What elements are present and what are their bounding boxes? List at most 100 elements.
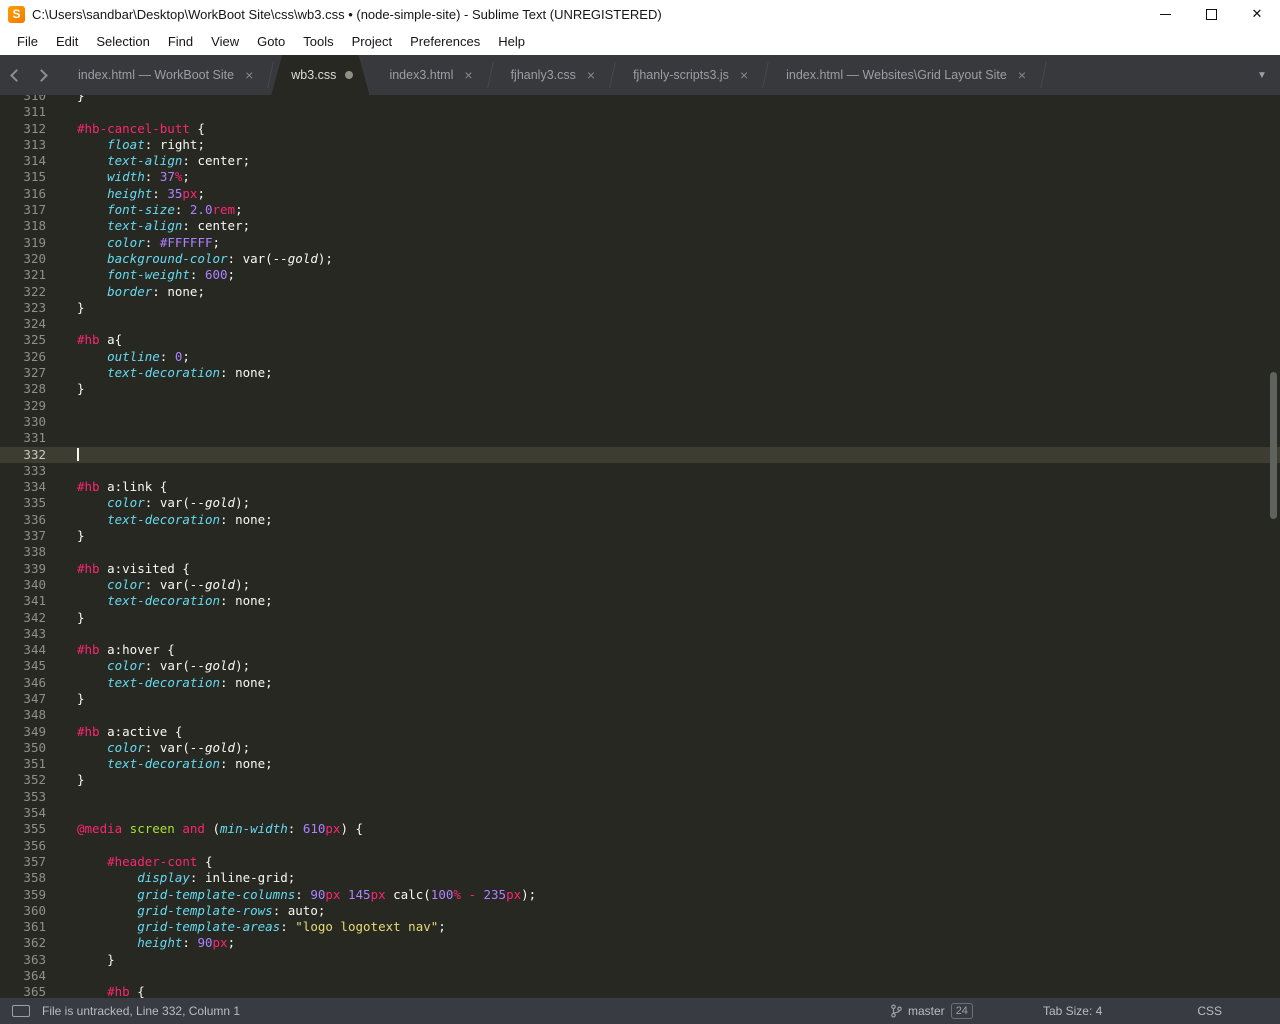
- code-line-343[interactable]: 343: [0, 626, 1280, 642]
- code-text: height: 90px;: [137, 935, 236, 951]
- code-line-361[interactable]: 361 grid-template-areas: "logo logotext …: [0, 919, 1280, 935]
- menu-tools[interactable]: Tools: [294, 30, 342, 53]
- code-line-354[interactable]: 354: [0, 805, 1280, 821]
- code-line-325[interactable]: 325 #hb a{: [0, 332, 1280, 348]
- code-line-324[interactable]: 324: [0, 316, 1280, 332]
- code-line-339[interactable]: 339 #hb a:visited {: [0, 561, 1280, 577]
- cursor-position-status: File is untracked, Line 332, Column 1: [42, 1004, 241, 1018]
- code-line-349[interactable]: 349 #hb a:active {: [0, 724, 1280, 740]
- code-line-360[interactable]: 360 grid-template-rows: auto;: [0, 903, 1280, 919]
- code-line-314[interactable]: 314 text-align: center;: [0, 153, 1280, 169]
- code-line-357[interactable]: 357 #header-cont {: [0, 854, 1280, 870]
- code-line-364[interactable]: 364: [0, 968, 1280, 984]
- code-line-337[interactable]: 337}: [0, 528, 1280, 544]
- menu-help[interactable]: Help: [489, 30, 534, 53]
- tab-close-icon[interactable]: ×: [585, 68, 597, 82]
- tab-size-indicator[interactable]: Tab Size: 4: [1043, 1004, 1102, 1018]
- back-arrow-icon[interactable]: [10, 68, 23, 82]
- code-line-320[interactable]: 320 background-color: var(--gold);: [0, 251, 1280, 267]
- forward-arrow-icon[interactable]: [35, 68, 48, 82]
- menu-goto[interactable]: Goto: [248, 30, 294, 53]
- code-line-313[interactable]: 313 float: right;: [0, 137, 1280, 153]
- code-line-328[interactable]: 328}: [0, 381, 1280, 397]
- code-line-340[interactable]: 340 color: var(--gold);: [0, 577, 1280, 593]
- code-line-362[interactable]: 362 height: 90px;: [0, 935, 1280, 951]
- line-number: 335: [23, 495, 46, 511]
- code-line-327[interactable]: 327 text-decoration: none;: [0, 365, 1280, 381]
- tab-label: fjhanly-scripts3.js: [633, 68, 729, 82]
- git-branch-indicator[interactable]: master 24: [890, 1003, 973, 1019]
- code-line-311[interactable]: 311: [0, 104, 1280, 120]
- code-line-355[interactable]: 355 @media screen and (min-width: 610px) …: [0, 821, 1280, 837]
- code-line-333[interactable]: 333: [0, 463, 1280, 479]
- minimize-button[interactable]: [1142, 0, 1188, 28]
- code-line-326[interactable]: 326 outline: 0;: [0, 349, 1280, 365]
- code-line-348[interactable]: 348: [0, 707, 1280, 723]
- code-line-356[interactable]: 356: [0, 838, 1280, 854]
- code-line-321[interactable]: 321 font-weight: 600;: [0, 267, 1280, 283]
- tab-close-icon[interactable]: ×: [738, 68, 750, 82]
- maximize-button[interactable]: [1188, 0, 1234, 28]
- code-line-344[interactable]: 344 #hb a:hover {: [0, 642, 1280, 658]
- code-line-365[interactable]: 365 #hb {: [0, 984, 1280, 998]
- code-line-353[interactable]: 353: [0, 789, 1280, 805]
- vertical-scrollbar[interactable]: [1270, 372, 1277, 519]
- tab-close-icon[interactable]: ×: [462, 68, 474, 82]
- line-number: 315: [23, 169, 46, 185]
- menu-preferences[interactable]: Preferences: [401, 30, 489, 53]
- code-line-351[interactable]: 351 text-decoration: none;: [0, 756, 1280, 772]
- code-line-359[interactable]: 359 grid-template-columns: 90px 145px ca…: [0, 887, 1280, 903]
- close-button[interactable]: ✕: [1234, 0, 1280, 28]
- syntax-indicator[interactable]: CSS: [1197, 1004, 1222, 1018]
- code-line-331[interactable]: 331: [0, 430, 1280, 446]
- code-line-358[interactable]: 358 display: inline-grid;: [0, 870, 1280, 886]
- code-line-347[interactable]: 347}: [0, 691, 1280, 707]
- tab-close-icon[interactable]: ×: [243, 68, 255, 82]
- menu-selection[interactable]: Selection: [87, 30, 158, 53]
- menu-edit[interactable]: Edit: [47, 30, 87, 53]
- code-line-317[interactable]: 317 font-size: 2.0rem;: [0, 202, 1280, 218]
- code-line-352[interactable]: 352}: [0, 772, 1280, 788]
- code-line-335[interactable]: 335 color: var(--gold);: [0, 495, 1280, 511]
- code-line-318[interactable]: 318 text-align: center;: [0, 218, 1280, 234]
- menu-file[interactable]: File: [8, 30, 47, 53]
- status-panel-icon[interactable]: [12, 1005, 30, 1017]
- code-line-334[interactable]: 334 #hb a:link {: [0, 479, 1280, 495]
- code-line-310[interactable]: 310}: [0, 95, 1280, 104]
- code-line-329[interactable]: 329: [0, 398, 1280, 414]
- tab-index.html-workboot-site[interactable]: index.html — WorkBoot Site ×: [58, 55, 271, 95]
- code-line-319[interactable]: 319 color: #FFFFFF;: [0, 235, 1280, 251]
- tab-fjhanly3.css[interactable]: fjhanly3.css ×: [491, 55, 614, 95]
- code-line-336[interactable]: 336 text-decoration: none;: [0, 512, 1280, 528]
- code-line-342[interactable]: 342}: [0, 610, 1280, 626]
- code-line-338[interactable]: 338: [0, 544, 1280, 560]
- code-line-332[interactable]: 332: [0, 446, 1280, 463]
- menu-project[interactable]: Project: [343, 30, 401, 53]
- tab-fjhanly-scripts3.js[interactable]: fjhanly-scripts3.js ×: [613, 55, 766, 95]
- menu-view[interactable]: View: [202, 30, 248, 53]
- code-line-363[interactable]: 363 }: [0, 952, 1280, 968]
- dirty-dot-icon[interactable]: [345, 71, 353, 79]
- line-number: 340: [23, 576, 46, 592]
- tab-wb3.css[interactable]: wb3.css: [271, 55, 369, 95]
- code-line-322[interactable]: 322 border: none;: [0, 284, 1280, 300]
- code-area[interactable]: 310} 311 312 #hb-cancel-butt {313 float: ri…: [0, 95, 1280, 998]
- line-number: 321: [23, 267, 46, 283]
- code-line-346[interactable]: 346 text-decoration: none;: [0, 675, 1280, 691]
- code-line-323[interactable]: 323}: [0, 300, 1280, 316]
- code-line-341[interactable]: 341 text-decoration: none;: [0, 593, 1280, 609]
- code-line-345[interactable]: 345 color: var(--gold);: [0, 658, 1280, 674]
- tab-index.html-websites-grid-layout-site[interactable]: index.html — Websites\Grid Layout Site ×: [766, 55, 1044, 95]
- editor[interactable]: 310} 311 312 #hb-cancel-butt {313 float: ri…: [0, 95, 1280, 998]
- tab-label: index.html — WorkBoot Site: [78, 68, 235, 82]
- code-line-316[interactable]: 316 height: 35px;: [0, 186, 1280, 202]
- code-line-312[interactable]: 312 #hb-cancel-butt {: [0, 121, 1280, 137]
- tab-overflow-button[interactable]: ▼: [1244, 55, 1280, 95]
- code-line-350[interactable]: 350 color: var(--gold);: [0, 740, 1280, 756]
- code-line-315[interactable]: 315 width: 37%;: [0, 169, 1280, 185]
- menu-find[interactable]: Find: [159, 30, 202, 53]
- code-line-330[interactable]: 330: [0, 414, 1280, 430]
- tab-index3.html[interactable]: index3.html ×: [369, 55, 490, 95]
- line-number: 333: [23, 462, 46, 478]
- tab-close-icon[interactable]: ×: [1016, 68, 1028, 82]
